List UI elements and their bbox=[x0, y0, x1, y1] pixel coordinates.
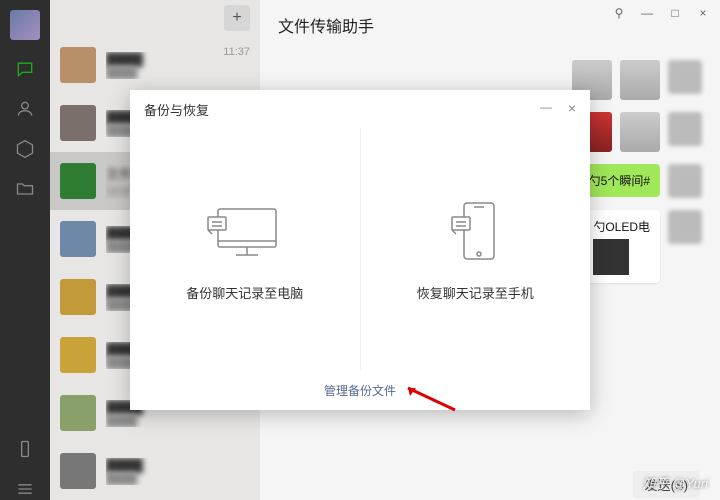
modal-title: 备份与恢复 bbox=[130, 90, 590, 128]
restore-to-phone-option[interactable]: 恢复聊天记录至手机 bbox=[361, 128, 591, 370]
monitor-icon bbox=[200, 197, 290, 267]
backup-label: 备份聊天记录至电脑 bbox=[186, 283, 303, 302]
watermark: 知乎 @Yuri bbox=[643, 473, 708, 492]
restore-label: 恢复聊天记录至手机 bbox=[417, 283, 534, 302]
manage-backup-link[interactable]: 管理备份文件 bbox=[324, 382, 396, 399]
modal-backdrop: 备份与恢复 — × bbox=[0, 0, 720, 500]
phone-device-icon bbox=[430, 197, 520, 267]
modal-close-icon[interactable]: × bbox=[568, 100, 576, 116]
backup-to-computer-option[interactable]: 备份聊天记录至电脑 bbox=[130, 128, 361, 370]
modal-minimize-icon[interactable]: — bbox=[540, 100, 552, 114]
backup-restore-modal: 备份与恢复 — × bbox=[130, 90, 590, 410]
